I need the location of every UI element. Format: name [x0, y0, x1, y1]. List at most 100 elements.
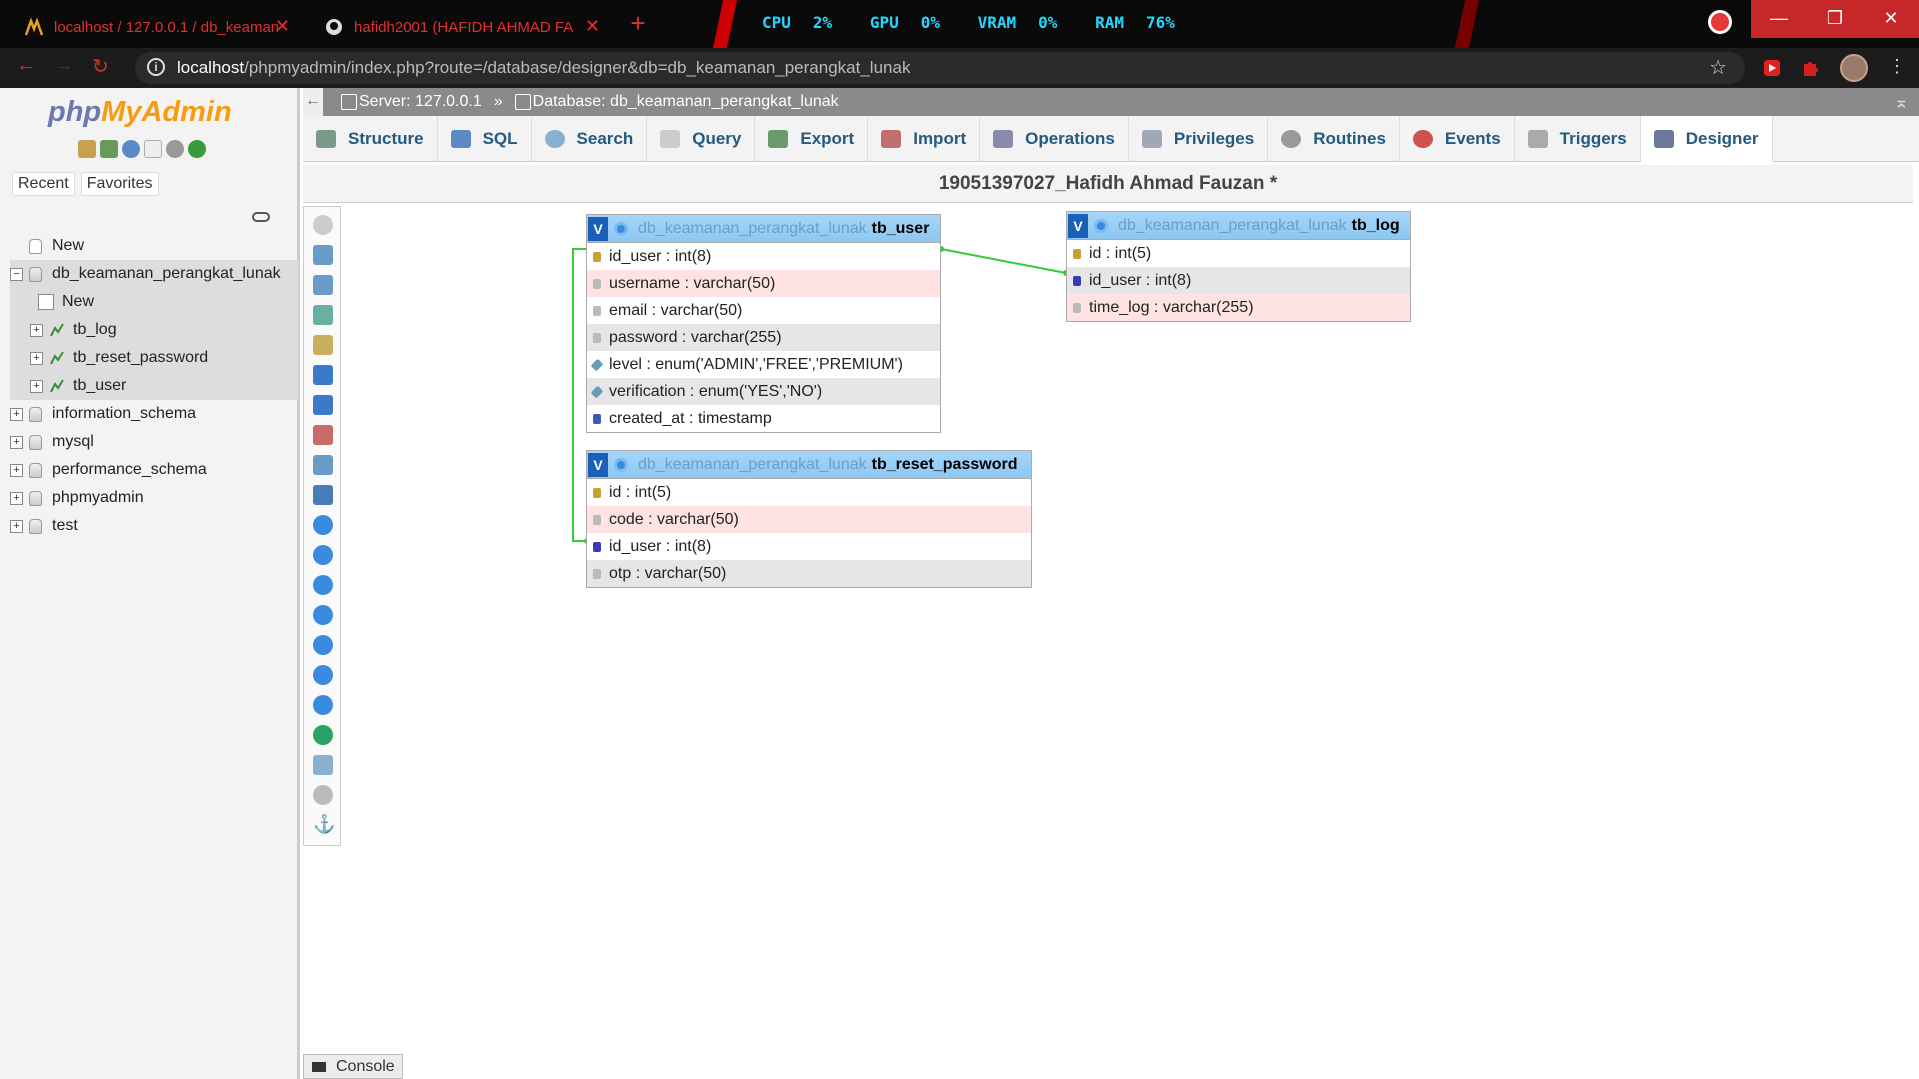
tab-privileges[interactable]: Privileges [1129, 116, 1269, 162]
refresh-icon[interactable] [188, 140, 206, 158]
column-row[interactable]: otp : varchar(50) [587, 560, 1031, 587]
pin-text-icon[interactable]: ⚓ [313, 815, 335, 835]
link-icon[interactable] [252, 212, 270, 222]
tab-sql[interactable]: SQL [438, 116, 532, 162]
tree-table-tb_user[interactable]: + tb_user [10, 372, 298, 400]
snap-to-grid-icon[interactable] [313, 605, 333, 625]
designer-table-tb_log[interactable]: V db_keamanan_perangkat_lunak tb_log id … [1066, 211, 1411, 322]
tree-db-phpmyadmin[interactable]: + phpmyadmin [10, 484, 298, 512]
column-row[interactable]: time_log : varchar(255) [1067, 294, 1410, 321]
record-icon[interactable] [1708, 10, 1732, 34]
gear-icon[interactable] [614, 221, 628, 236]
reload-button[interactable]: ↻ [92, 54, 109, 79]
tab-structure[interactable]: Structure [303, 116, 438, 162]
tab-search[interactable]: Search [532, 116, 648, 162]
angular-links-icon[interactable] [313, 575, 333, 595]
expand-icon[interactable]: + [10, 519, 23, 533]
tab-query[interactable]: Query [647, 116, 756, 162]
save-as-icon[interactable] [313, 395, 333, 415]
tree-new-database[interactable]: New [10, 232, 298, 260]
small-big-icon[interactable] [313, 635, 333, 655]
column-row[interactable]: created_at : timestamp [587, 405, 940, 432]
phpmyadmin-logo[interactable]: phpMyAdmin [48, 96, 232, 129]
column-row[interactable]: id : int(5) [587, 479, 1031, 506]
column-row[interactable]: verification : enum('YES','NO') [587, 378, 940, 405]
table-header[interactable]: V db_keamanan_perangkat_lunak tb_user [587, 215, 940, 243]
breadcrumb-database[interactable]: Database: db_keamanan_perangkat_lunak [514, 93, 839, 111]
gear-icon[interactable] [614, 457, 628, 472]
tab-designer[interactable]: Designer [1640, 116, 1773, 162]
home-icon[interactable] [78, 140, 96, 158]
tab-events[interactable]: Events [1400, 116, 1515, 162]
url-field[interactable]: i localhost/phpmyadmin/index.php?route=/… [135, 52, 1745, 84]
tree-new-table[interactable]: New [10, 288, 298, 316]
tree-db-test[interactable]: + test [10, 512, 298, 540]
delete-page-icon[interactable] [313, 425, 333, 445]
collapse-icon[interactable]: − [10, 267, 23, 281]
collapse-nav-button[interactable]: ← [303, 88, 323, 116]
create-table-icon[interactable] [313, 455, 333, 475]
forward-button[interactable]: → [54, 54, 74, 77]
create-relation-icon[interactable] [313, 485, 333, 505]
new-page-icon[interactable] [313, 305, 333, 325]
tab-export[interactable]: Export [755, 116, 869, 162]
browser-menu-icon[interactable]: ⋮ [1888, 56, 1906, 77]
favorites-tab[interactable]: Favorites [80, 172, 159, 196]
close-tab-icon[interactable]: ✕ [275, 16, 290, 37]
bookmark-star-icon[interactable]: ☆ [1709, 55, 1727, 80]
breadcrumb-server[interactable]: Server: 127.0.0.1 [341, 93, 482, 111]
extension-icon[interactable] [1762, 58, 1782, 78]
build-query-icon[interactable] [313, 755, 333, 775]
toggle-small-big-icon[interactable] [313, 665, 333, 685]
column-row[interactable]: id : int(5) [1067, 240, 1410, 267]
help-icon[interactable] [122, 140, 140, 158]
info-icon[interactable]: i [147, 58, 165, 76]
tree-table-tb_reset_password[interactable]: + tb_reset_password [10, 344, 298, 372]
minimize-button[interactable]: — [1751, 0, 1807, 38]
toggle-fullscreen-icon[interactable] [313, 245, 333, 265]
docs-icon[interactable] [144, 140, 162, 158]
gear-icon[interactable] [166, 140, 184, 158]
puzzle-icon[interactable] [1800, 58, 1820, 78]
profile-avatar[interactable] [1840, 54, 1868, 82]
maximize-button[interactable]: ❐ [1807, 0, 1863, 38]
tab-routines[interactable]: Routines [1268, 116, 1400, 162]
column-row[interactable]: password : varchar(255) [587, 324, 940, 351]
tree-db-information_schema[interactable]: + information_schema [10, 400, 298, 428]
recent-tab[interactable]: Recent [12, 172, 75, 196]
expand-icon[interactable]: + [10, 435, 23, 449]
close-window-button[interactable]: ✕ [1863, 0, 1919, 38]
expand-icon[interactable]: + [10, 463, 23, 477]
move-menu-icon[interactable] [313, 785, 333, 805]
gear-icon[interactable] [1094, 218, 1108, 233]
tab-operations[interactable]: Operations [980, 116, 1129, 162]
minimize-all-icon[interactable]: ⌅ [1894, 92, 1909, 113]
tree-db-mysql[interactable]: + mysql [10, 428, 298, 456]
column-row[interactable]: id_user : int(8) [587, 533, 1031, 560]
column-row[interactable]: level : enum('ADMIN','FREE','PREMIUM') [587, 351, 940, 378]
console-toggle[interactable]: Console [303, 1054, 403, 1079]
table-header[interactable]: V db_keamanan_perangkat_lunak tb_log [1067, 212, 1410, 240]
relation-lines-icon[interactable] [313, 725, 333, 745]
toggle-columns-button[interactable]: V [588, 452, 608, 477]
designer-table-tb_user[interactable]: V db_keamanan_perangkat_lunak tb_user id… [586, 214, 941, 433]
save-icon[interactable] [313, 365, 333, 385]
close-tab-icon[interactable]: ✕ [585, 16, 600, 37]
browser-tab-github[interactable]: hafidh2001 (HAFIDH AHMAD FA ✕ [312, 6, 612, 48]
tree-db-performance_schema[interactable]: + performance_schema [10, 456, 298, 484]
export-schema-icon[interactable] [313, 695, 333, 715]
expand-icon[interactable]: + [30, 351, 43, 365]
tab-triggers[interactable]: Triggers [1515, 116, 1641, 162]
column-row[interactable]: code : varchar(50) [587, 506, 1031, 533]
table-header[interactable]: V db_keamanan_perangkat_lunak tb_reset_p… [587, 451, 1031, 479]
expand-icon[interactable]: + [30, 323, 43, 337]
designer-table-tb_reset_password[interactable]: V db_keamanan_perangkat_lunak tb_reset_p… [586, 450, 1032, 588]
expand-icon[interactable]: + [30, 379, 43, 393]
tab-import[interactable]: Import [868, 116, 981, 162]
browser-tab-phpmyadmin[interactable]: localhost / 127.0.0.1 / db_keaman ✕ [12, 6, 302, 48]
open-page-icon[interactable] [313, 335, 333, 355]
logout-icon[interactable] [100, 140, 118, 158]
reload-icon[interactable] [313, 515, 333, 535]
expand-icon[interactable]: + [10, 491, 23, 505]
toggle-columns-button[interactable]: V [1068, 213, 1088, 238]
